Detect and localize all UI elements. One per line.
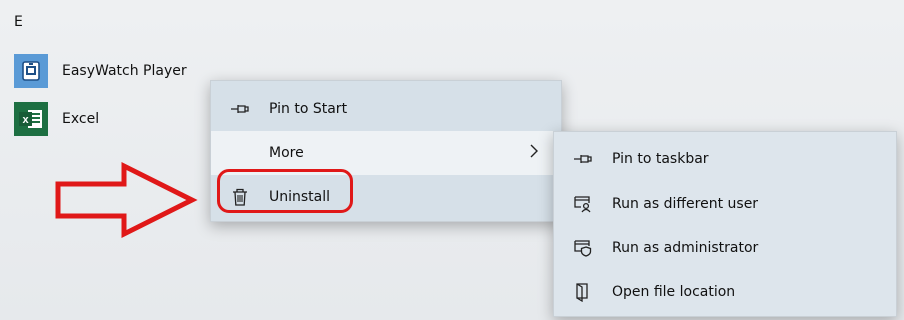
submenu-item-label: Pin to taskbar <box>612 151 709 167</box>
shield-window-icon <box>568 239 598 257</box>
app-name: EasyWatch Player <box>62 63 187 79</box>
chevron-right-icon <box>529 143 539 163</box>
app-item-easywatch[interactable]: EasyWatch Player <box>14 52 214 90</box>
uninstall-highlight-ring <box>217 169 353 213</box>
folder-icon <box>568 282 598 302</box>
pin-icon <box>225 102 255 116</box>
user-window-icon <box>568 195 598 213</box>
pointing-right-arrow <box>55 161 198 239</box>
excel-app-icon: x <box>14 102 48 136</box>
pin-icon <box>568 152 598 166</box>
submenu-item-open-file-location[interactable]: Open file location <box>554 270 896 314</box>
submenu-item-label: Run as different user <box>612 196 759 212</box>
svg-text:x: x <box>22 114 29 126</box>
submenu-item-run-as-administrator[interactable]: Run as administrator <box>554 226 896 270</box>
submenu-item-label: Open file location <box>612 284 736 300</box>
menu-item-label: More <box>269 145 304 161</box>
more-submenu: Pin to taskbar Run as different user Run… <box>553 131 897 317</box>
app-item-excel[interactable]: x Excel <box>14 100 214 138</box>
app-name: Excel <box>62 111 100 127</box>
menu-item-pin-to-start[interactable]: Pin to Start <box>211 87 561 131</box>
group-letter-header[interactable]: E <box>14 14 23 30</box>
submenu-item-run-as-different-user[interactable]: Run as different user <box>554 182 896 226</box>
menu-item-label: Pin to Start <box>269 101 348 117</box>
submenu-item-pin-to-taskbar[interactable]: Pin to taskbar <box>554 137 896 181</box>
easywatch-app-icon <box>14 54 48 88</box>
submenu-item-label: Run as administrator <box>612 240 759 256</box>
